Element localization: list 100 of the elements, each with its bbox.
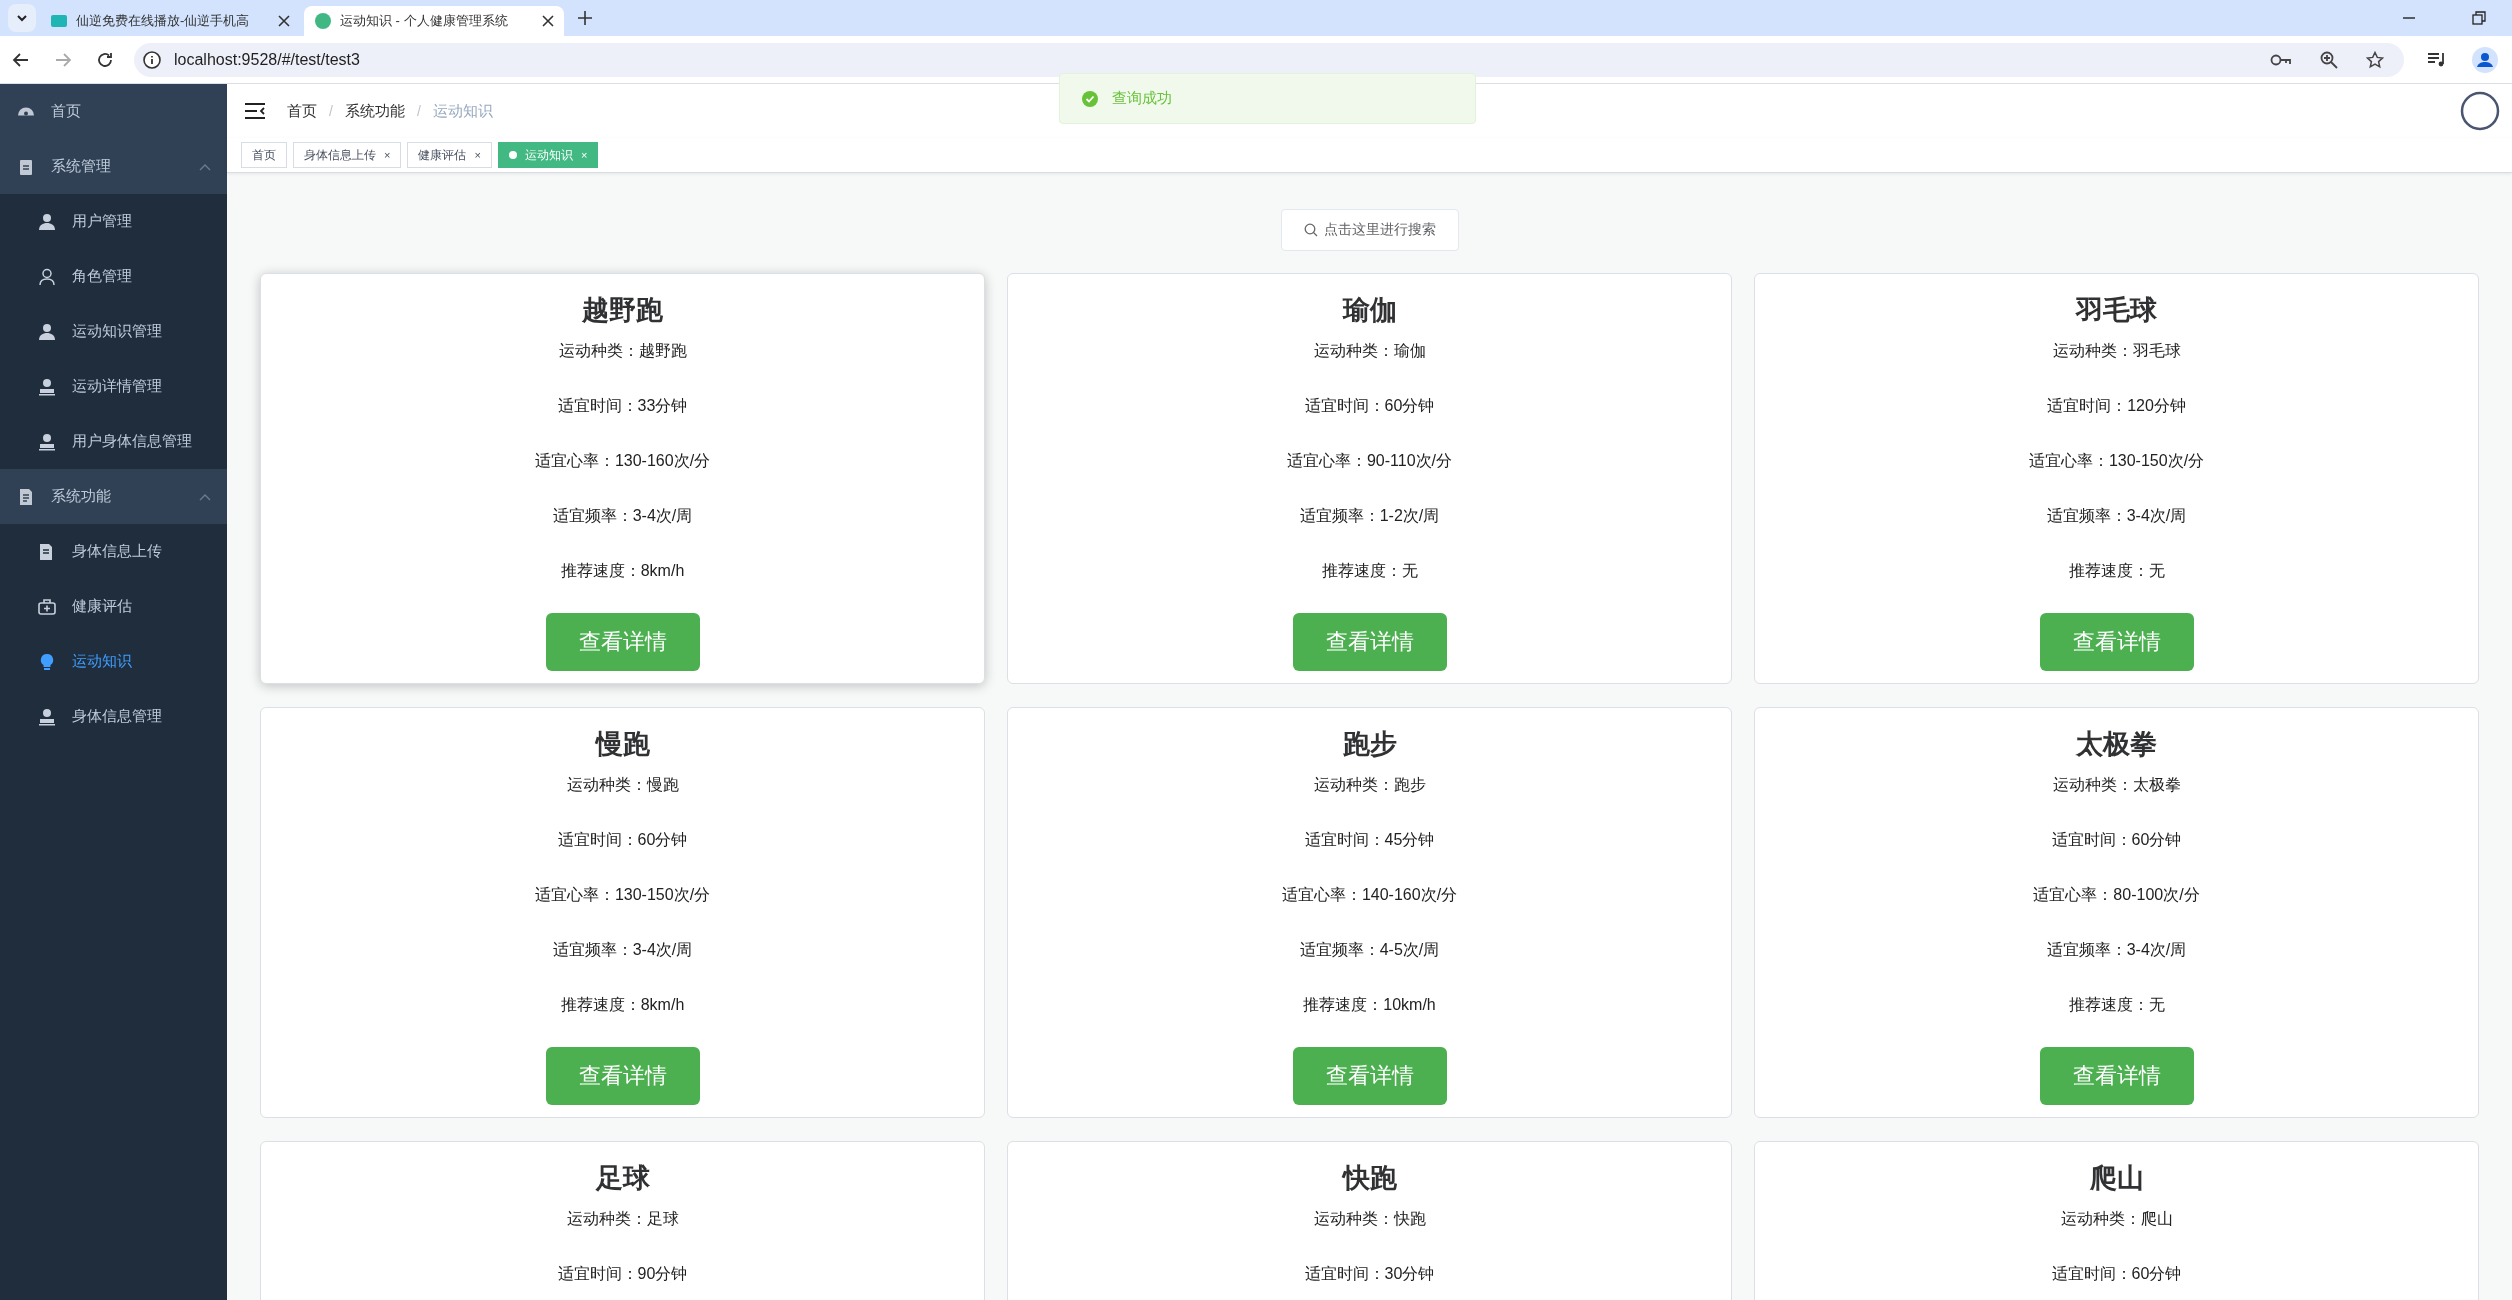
search-icon [1303, 223, 1318, 237]
card-title: 慢跑 [595, 728, 650, 761]
card-info-line: 适宜时间：60分钟 [2051, 1264, 2182, 1284]
user-card-icon [38, 377, 56, 396]
menu-item[interactable]: 用户管理 [0, 194, 227, 249]
breadcrumb-separator: / [329, 103, 333, 119]
card-info-line: 适宜频率：4-5次/周 [1299, 940, 1440, 960]
card-info-line: 适宜时间：60分钟 [557, 830, 688, 850]
restore-icon[interactable] [2472, 11, 2486, 25]
card-info-line: 运动种类：越野跑 [558, 341, 687, 361]
card-info-line: 运动种类：足球 [566, 1209, 679, 1229]
site-icon [314, 12, 332, 30]
card-info-line: 适宜时间：60分钟 [2051, 830, 2182, 850]
key-icon[interactable] [2270, 52, 2292, 67]
card-title: 爬山 [2089, 1162, 2144, 1195]
card-title: 太极拳 [2076, 728, 2157, 761]
toast-message: 查询成功 [1112, 89, 1172, 108]
card-info-line: 适宜时间：33分钟 [557, 396, 688, 416]
card-info-line: 适宜心率：140-160次/分 [1281, 885, 1458, 905]
avatar-icon[interactable] [2460, 91, 2500, 131]
medkit-icon [38, 597, 56, 616]
card-info-line: 适宜频率：3-4次/周 [552, 506, 693, 526]
card-title: 跑步 [1342, 728, 1397, 761]
card-info-line: 适宜心率：130-160次/分 [534, 451, 711, 471]
card-info-line: 适宜时间：120分钟 [2047, 396, 2186, 416]
star-icon[interactable] [2366, 50, 2384, 69]
user-icon [38, 212, 56, 231]
card-info-line: 运动种类：羽毛球 [2052, 341, 2181, 361]
page-tag[interactable]: 身体信息上传 × [293, 142, 402, 168]
reload-icon[interactable] [96, 50, 114, 69]
card-info-line: 运动种类：爬山 [2060, 1209, 2173, 1229]
menu-item[interactable]: 运动详情管理 [0, 359, 227, 414]
menu-icon[interactable] [245, 103, 265, 119]
profile-icon[interactable] [2472, 46, 2498, 73]
user-icon [38, 267, 56, 286]
card-info-line: 运动种类：太极拳 [2052, 775, 2181, 795]
chevron-icon [199, 492, 211, 501]
breadcrumb-item[interactable]: 系统功能 [344, 101, 405, 121]
breadcrumb-separator: / [416, 103, 421, 119]
card-info-line: 运动种类：快跑 [1313, 1209, 1426, 1229]
card-info-line: 适宜时间：30分钟 [1304, 1264, 1435, 1284]
user-card-icon [38, 707, 56, 726]
menu-item[interactable]: 系统功能 [0, 469, 227, 524]
card-info-line: 适宜时间：90分钟 [557, 1264, 688, 1284]
active-dot-icon [508, 151, 517, 159]
close-icon[interactable]: × [384, 149, 391, 161]
menu-item[interactable]: 运动知识 [0, 634, 227, 689]
menu-item[interactable]: 用户身体信息管理 [0, 414, 227, 469]
menu-item[interactable]: 身体信息上传 [0, 524, 227, 579]
card-info-line: 推荐速度：无 [2068, 561, 2165, 581]
zoom-icon[interactable] [2320, 50, 2338, 69]
page-tag[interactable]: 首页 [241, 142, 287, 168]
card-info-line: 运动种类：慢跑 [566, 775, 679, 795]
tab-list-icon[interactable] [8, 4, 36, 32]
info-icon [142, 49, 162, 70]
breadcrumb-item: 运动知识 [432, 101, 493, 121]
bulb-icon [38, 652, 56, 671]
card-info-line: 适宜心率：80-100次/分 [2033, 885, 2200, 905]
breadcrumb-item[interactable]: 首页 [287, 101, 317, 121]
card-info-line: 适宜频率：3-4次/周 [552, 940, 693, 960]
card-title: 羽毛球 [2076, 294, 2157, 327]
card-info-line: 推荐速度：8km/h [560, 995, 685, 1015]
card-info-line: 运动种类：瑜伽 [1313, 341, 1426, 361]
card-title: 快跑 [1342, 1162, 1397, 1195]
browser-tab[interactable]: 仙逆免费在线播放-仙逆手机高 [40, 6, 300, 36]
close-icon[interactable] [278, 15, 290, 27]
new-tab-icon[interactable] [578, 11, 592, 25]
menu-item[interactable]: 系统管理 [0, 139, 227, 194]
card-info-line: 适宜心率：130-150次/分 [2028, 451, 2205, 471]
document-icon [17, 487, 35, 506]
menu-item[interactable]: 角色管理 [0, 249, 227, 304]
card-info-line: 推荐速度：10km/h [1303, 995, 1436, 1015]
card-info-line: 适宜心率：90-110次/分 [1286, 451, 1453, 471]
close-icon[interactable] [542, 15, 554, 27]
card-info-line: 适宜心率：130-150次/分 [534, 885, 711, 905]
card-title: 瑜伽 [1342, 294, 1397, 327]
chevron-icon [199, 162, 211, 171]
card-info-line: 适宜频率：3-4次/周 [2046, 506, 2187, 526]
card-title: 足球 [595, 1162, 650, 1195]
page-tag[interactable]: 健康评估 × [407, 142, 492, 168]
menu-item[interactable]: 健康评估 [0, 579, 227, 634]
browser-tab[interactable]: 运动知识 - 个人健康管理系统 [304, 6, 564, 36]
user-card-icon [38, 432, 56, 451]
clipboard-icon [17, 157, 35, 176]
site-icon [50, 12, 68, 30]
back-icon[interactable] [12, 50, 30, 69]
card-info-line: 推荐速度：8km/h [560, 561, 685, 581]
card-title: 越野跑 [582, 294, 663, 327]
close-icon[interactable]: × [474, 149, 481, 161]
card-info-line: 推荐速度：无 [2068, 995, 2165, 1015]
card-info-line: 运动种类：跑步 [1313, 775, 1426, 795]
success-icon [1082, 90, 1098, 107]
user-icon [38, 322, 56, 341]
menu-item[interactable]: 首页 [0, 84, 227, 139]
address-bar[interactable]: localhost:9528/#/test/test3 [134, 42, 2404, 77]
menu-item[interactable]: 运动知识管理 [0, 304, 227, 359]
card-info-line: 推荐速度：无 [1321, 561, 1418, 581]
search-button[interactable]: 点击这里进行搜索 [1280, 209, 1459, 251]
dashboard-icon [17, 106, 35, 117]
menu-item[interactable]: 身体信息管理 [0, 689, 227, 744]
